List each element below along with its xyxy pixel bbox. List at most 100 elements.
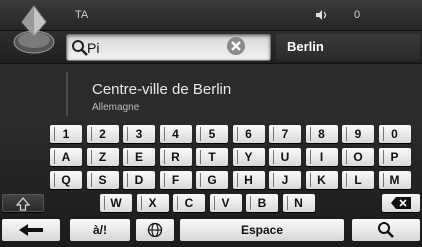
keyboard: 1 2 3 4 5 6 7 8 9 0 A Z E R T Y U I O P Q S D F G H J K L M W X C V B Nà/! E… [0, 122, 422, 247]
key-divider [213, 196, 215, 210]
key-s[interactable]: S [86, 171, 119, 189]
key-label: L [354, 173, 362, 187]
key-w[interactable]: W [100, 194, 132, 212]
key-divider [250, 196, 251, 210]
clear-button[interactable] [226, 36, 246, 56]
key-divider [200, 173, 201, 187]
key-divider [236, 127, 238, 141]
key-divider [309, 127, 311, 141]
key-0[interactable]: 0 [378, 125, 411, 143]
symbols-key[interactable]: à/! [70, 219, 130, 241]
result-country: Allemagne [92, 102, 140, 113]
key-label: Q [61, 173, 71, 187]
key-i[interactable]: I [305, 148, 338, 166]
app-logo-icon[interactable] [12, 2, 56, 56]
key-label: Y [244, 150, 253, 164]
key-label: N [294, 196, 303, 210]
language-key[interactable] [136, 219, 174, 241]
key-label: 7 [281, 127, 289, 141]
key-label: M [389, 173, 400, 187]
key-label: I [319, 150, 324, 164]
key-5[interactable]: 5 [196, 125, 228, 143]
key-divider [273, 150, 274, 164]
key-3[interactable]: 3 [123, 125, 155, 143]
key-j[interactable]: J [269, 171, 301, 189]
key-label: T [208, 150, 216, 164]
key-k[interactable]: K [305, 171, 338, 189]
key-label: W [110, 196, 122, 210]
key-4[interactable]: 4 [159, 125, 192, 143]
key-u[interactable]: U [269, 148, 301, 166]
city-label: Berlin [287, 39, 324, 54]
key-divider [163, 127, 165, 141]
key-a[interactable]: A [50, 148, 82, 166]
key-8[interactable]: 8 [305, 125, 338, 143]
key-divider [346, 150, 347, 164]
shift-key[interactable] [2, 194, 44, 212]
key-divider [177, 196, 178, 210]
key-divider [54, 150, 55, 164]
key-b[interactable]: B [246, 194, 278, 212]
key-q[interactable]: Q [50, 171, 82, 189]
list-item[interactable]: Centre-ville de Berlin Allemagne [66, 72, 411, 116]
key-label: C [184, 196, 194, 210]
key-r[interactable]: R [159, 148, 192, 166]
key-divider [163, 150, 165, 164]
key-1[interactable]: 1 [50, 125, 82, 143]
key-l[interactable]: L [342, 171, 374, 189]
key-label: K [317, 173, 326, 187]
key-x[interactable]: X [136, 194, 169, 212]
key-6[interactable]: 6 [232, 125, 265, 143]
key-divider [127, 173, 128, 187]
key-divider [286, 196, 288, 210]
search-key[interactable] [352, 219, 420, 241]
key-z[interactable]: Z [86, 148, 119, 166]
key-label: P [390, 150, 399, 164]
key-c[interactable]: C [173, 194, 205, 212]
key-divider [309, 173, 311, 187]
key-divider [127, 150, 128, 164]
space-label: Espace [240, 223, 284, 237]
volume-icon[interactable] [316, 10, 328, 20]
key-label: X [148, 196, 157, 210]
key-o[interactable]: O [342, 148, 374, 166]
key-v[interactable]: V [209, 194, 242, 212]
key-label: R [171, 150, 180, 164]
key-divider [382, 150, 384, 164]
key-label: B [257, 196, 267, 210]
key-f[interactable]: F [159, 171, 192, 189]
key-t[interactable]: T [196, 148, 228, 166]
key-label: G [207, 173, 217, 187]
key-7[interactable]: 7 [269, 125, 301, 143]
symbols-label: à/! [92, 223, 107, 237]
key-label: H [244, 173, 253, 187]
key-label: D [134, 173, 144, 187]
key-label: U [280, 150, 290, 164]
search-row: Pi Berlin [0, 31, 422, 64]
key-label: O [353, 150, 363, 164]
volume-level: 0 [354, 9, 361, 21]
key-e[interactable]: E [123, 148, 155, 166]
city-selector[interactable]: Berlin [276, 34, 420, 61]
key-g[interactable]: G [196, 171, 228, 189]
key-d[interactable]: D [123, 171, 155, 189]
key-divider [90, 150, 92, 164]
key-divider [382, 173, 384, 187]
key-m[interactable]: M [378, 171, 411, 189]
key-y[interactable]: Y [232, 148, 265, 166]
key-p[interactable]: P [378, 148, 411, 166]
results-list: Centre-ville de Berlin Allemagne [0, 64, 422, 122]
key-h[interactable]: H [232, 171, 265, 189]
backspace-key[interactable] [382, 194, 420, 212]
space-key[interactable]: Espace [180, 219, 344, 241]
key-label: V [221, 196, 230, 210]
key-divider [346, 127, 347, 141]
key-2[interactable]: 2 [86, 125, 119, 143]
key-divider [127, 127, 128, 141]
status-bar: TA 0 [0, 0, 422, 54]
key-9[interactable]: 9 [342, 125, 374, 143]
status-title: TA [75, 9, 89, 21]
key-n[interactable]: N [282, 194, 315, 212]
back-button[interactable] [2, 219, 60, 241]
key-divider [200, 150, 201, 164]
